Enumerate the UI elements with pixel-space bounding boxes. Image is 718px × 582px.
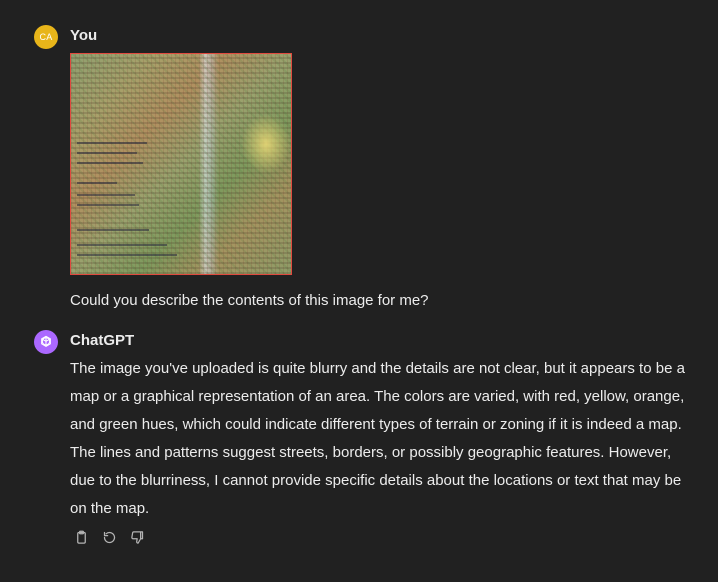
assistant-avatar <box>34 330 58 354</box>
openai-logo-icon <box>41 335 51 347</box>
user-avatar-initials: CA <box>39 32 53 42</box>
thumbs-down-icon <box>130 530 143 544</box>
image-highlight-area <box>241 114 291 174</box>
uploaded-image[interactable] <box>70 53 292 275</box>
refresh-icon <box>103 531 115 543</box>
user-message-text: Could you describe the contents of this … <box>70 292 429 309</box>
image-text-line <box>77 204 139 206</box>
image-text-line <box>77 162 143 164</box>
image-text-line <box>77 142 147 144</box>
image-text-line <box>77 182 117 184</box>
image-text-line <box>77 244 167 246</box>
dislike-button[interactable] <box>128 528 146 546</box>
assistant-message-text: The image you've uploaded is quite blurr… <box>70 360 685 517</box>
message-actions <box>72 528 146 546</box>
image-text-line <box>77 254 177 256</box>
user-author-name: You <box>70 27 98 44</box>
regenerate-button[interactable] <box>100 528 118 546</box>
clipboard-icon <box>76 530 86 544</box>
assistant-author-name: ChatGPT <box>70 332 135 349</box>
image-text-line <box>77 194 135 196</box>
copy-button[interactable] <box>72 528 90 546</box>
image-text-line <box>77 152 137 154</box>
user-avatar: CA <box>34 25 58 49</box>
image-text-line <box>77 229 149 231</box>
